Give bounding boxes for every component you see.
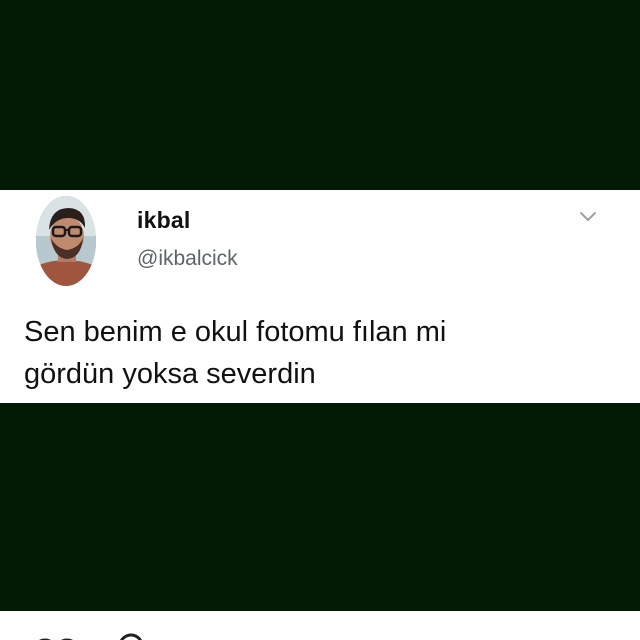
tweet-card: ikbal @ikbalcick Sen benim e okul fotomu… xyxy=(0,190,640,403)
bottom-background-band xyxy=(0,403,640,611)
reactions-icon[interactable] xyxy=(34,635,78,640)
display-name[interactable]: ikbal xyxy=(137,207,190,234)
tweet-text: Sen benim e okul fotomu fılan mi gördün … xyxy=(24,316,447,390)
comment-icon[interactable] xyxy=(116,631,146,640)
avatar[interactable] xyxy=(36,196,96,286)
user-handle[interactable]: @ikbalcick xyxy=(137,247,238,271)
top-background-band xyxy=(0,0,640,190)
avatar-photo xyxy=(36,196,96,286)
footer-bar xyxy=(0,611,640,640)
chevron-down-icon[interactable] xyxy=(577,206,599,228)
